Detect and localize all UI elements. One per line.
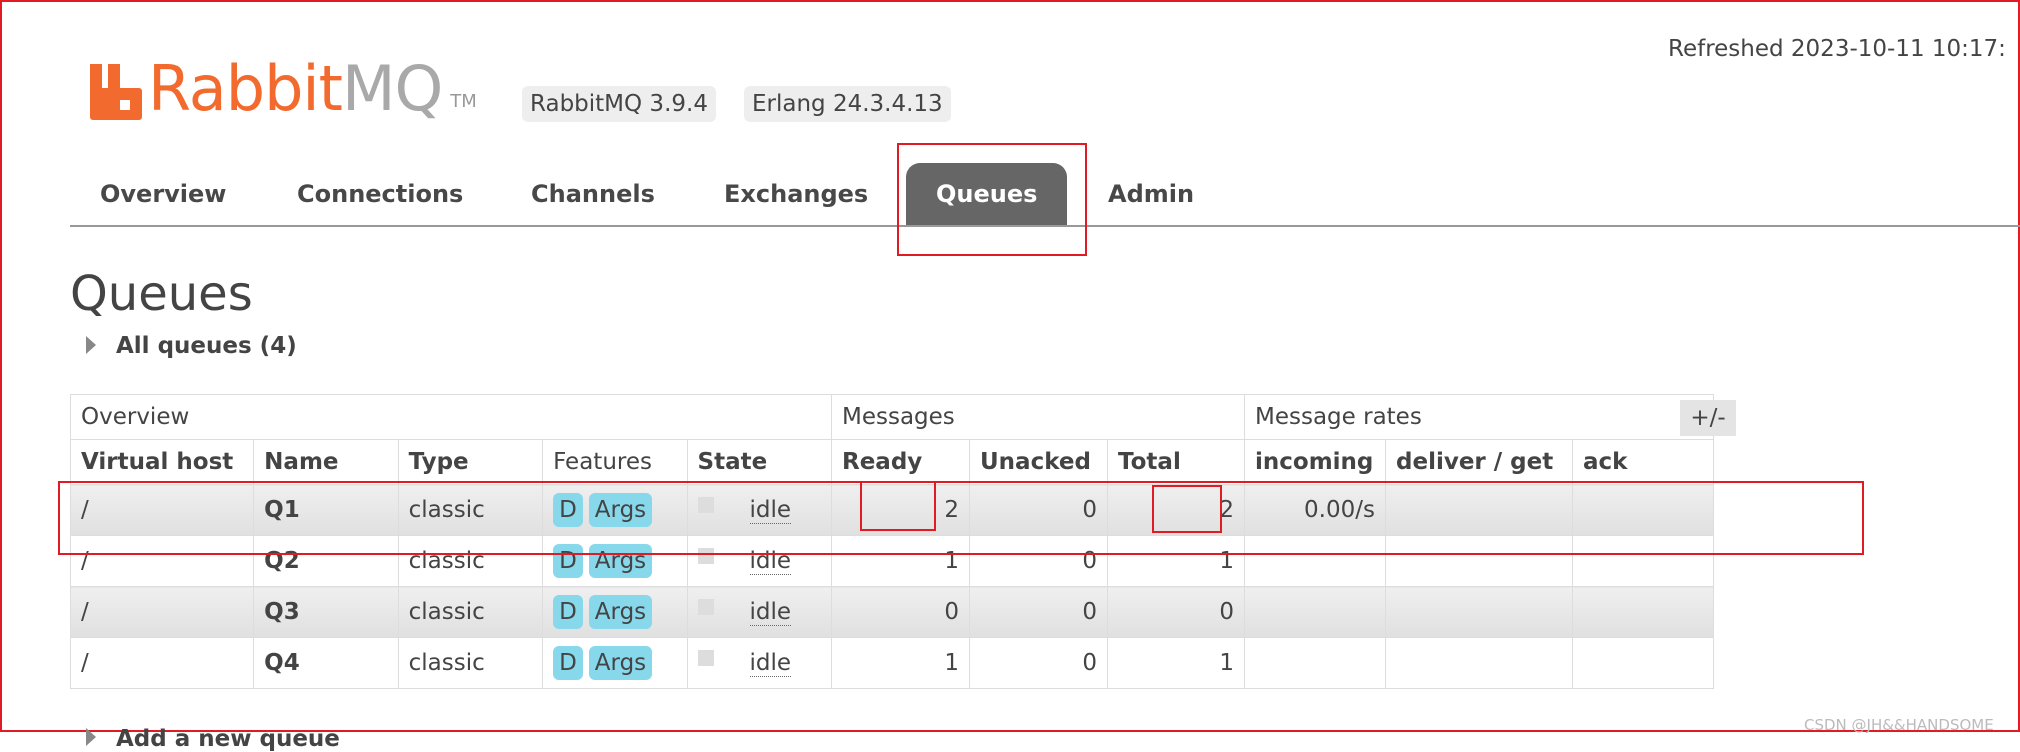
ack-cell	[1572, 586, 1714, 638]
ack-cell	[1572, 637, 1714, 689]
all-queues-label: All queues (4)	[116, 333, 297, 359]
deliver-get-cell	[1385, 586, 1573, 638]
deliver-get-cell	[1385, 637, 1573, 689]
tab-channels[interactable]: Channels	[501, 163, 685, 225]
expand-arrow-icon	[86, 728, 96, 746]
col-ack[interactable]: ack	[1572, 439, 1714, 485]
tab-overview[interactable]: Overview	[70, 163, 256, 225]
group-header-message-rates: Message rates	[1244, 394, 1714, 440]
unacked-cell: 0	[969, 586, 1108, 638]
args-badge[interactable]: Args	[588, 595, 653, 629]
col-deliver-get[interactable]: deliver / get	[1385, 439, 1573, 485]
state-indicator-icon	[697, 599, 714, 615]
annotation-q1-row	[58, 481, 1864, 555]
logo-text-rabbit: Rabbit	[148, 52, 343, 125]
state-cell: idle	[686, 637, 833, 689]
col-total[interactable]: Total	[1107, 439, 1245, 485]
table-row[interactable]: / Q3 classic D Args idle 0 0 0	[69, 586, 1714, 638]
vhost-cell: /	[69, 637, 255, 689]
logo-trademark: TM	[450, 91, 477, 112]
type-cell: classic	[397, 586, 544, 638]
tab-admin[interactable]: Admin	[1078, 163, 1224, 225]
rabbitmq-version-badge: RabbitMQ 3.9.4	[522, 86, 716, 122]
rabbit-logo-icon	[90, 64, 142, 120]
incoming-cell	[1244, 586, 1386, 638]
state-label: idle	[749, 650, 792, 677]
features-cell: D Args	[542, 637, 688, 689]
col-ready[interactable]: Ready	[831, 439, 970, 485]
ready-cell: 0	[831, 586, 970, 638]
unacked-cell: 0	[969, 637, 1108, 689]
erlang-version-badge: Erlang 24.3.4.13	[744, 86, 951, 122]
watermark: CSDN @JH&&HANDSOME	[1804, 716, 1994, 734]
table-row[interactable]: / Q4 classic D Args idle 1 0 1	[69, 637, 1714, 689]
add-queue-label: Add a new queue	[116, 726, 340, 752]
refreshed-timestamp: Refreshed 2023-10-11 10:17:	[1668, 36, 2006, 62]
all-queues-toggle[interactable]: All queues (4)	[86, 333, 297, 359]
tab-exchanges[interactable]: Exchanges	[694, 163, 898, 225]
rabbitmq-logo[interactable]: Rabbit MQ TM	[90, 48, 477, 120]
total-cell: 1	[1107, 637, 1245, 689]
col-unacked[interactable]: Unacked	[969, 439, 1108, 485]
annotation-ready-cell	[860, 481, 936, 531]
col-features: Features	[542, 439, 688, 485]
expand-arrow-icon	[86, 336, 96, 354]
group-header-overview: Overview	[70, 394, 832, 440]
queue-name-link[interactable]: Q3	[253, 586, 399, 638]
column-toggle-button[interactable]: +/-	[1680, 400, 1736, 436]
incoming-cell	[1244, 637, 1386, 689]
tab-connections[interactable]: Connections	[267, 163, 493, 225]
queue-name-link[interactable]: Q4	[253, 637, 399, 689]
group-header-messages: Messages	[831, 394, 1245, 440]
state-indicator-icon	[697, 650, 714, 666]
col-incoming[interactable]: incoming	[1244, 439, 1386, 485]
durable-badge: D	[553, 646, 583, 680]
col-virtual-host[interactable]: Virtual host	[69, 439, 255, 485]
type-cell: classic	[397, 637, 544, 689]
col-type[interactable]: Type	[397, 439, 544, 485]
args-badge[interactable]: Args	[588, 646, 653, 680]
col-state[interactable]: State	[686, 439, 833, 485]
total-cell: 0	[1107, 586, 1245, 638]
vhost-cell: /	[69, 586, 255, 638]
features-cell: D Args	[542, 586, 688, 638]
logo-text-mq: MQ	[341, 52, 443, 125]
add-queue-toggle[interactable]: Add a new queue	[86, 726, 340, 752]
durable-badge: D	[553, 595, 583, 629]
ready-cell: 1	[831, 637, 970, 689]
page-title: Queues	[70, 266, 253, 322]
state-label: idle	[749, 599, 792, 626]
annotation-queues-tab	[897, 143, 1087, 256]
col-name[interactable]: Name	[253, 439, 399, 485]
state-cell: idle	[686, 586, 833, 638]
annotation-total-cell	[1152, 485, 1222, 533]
